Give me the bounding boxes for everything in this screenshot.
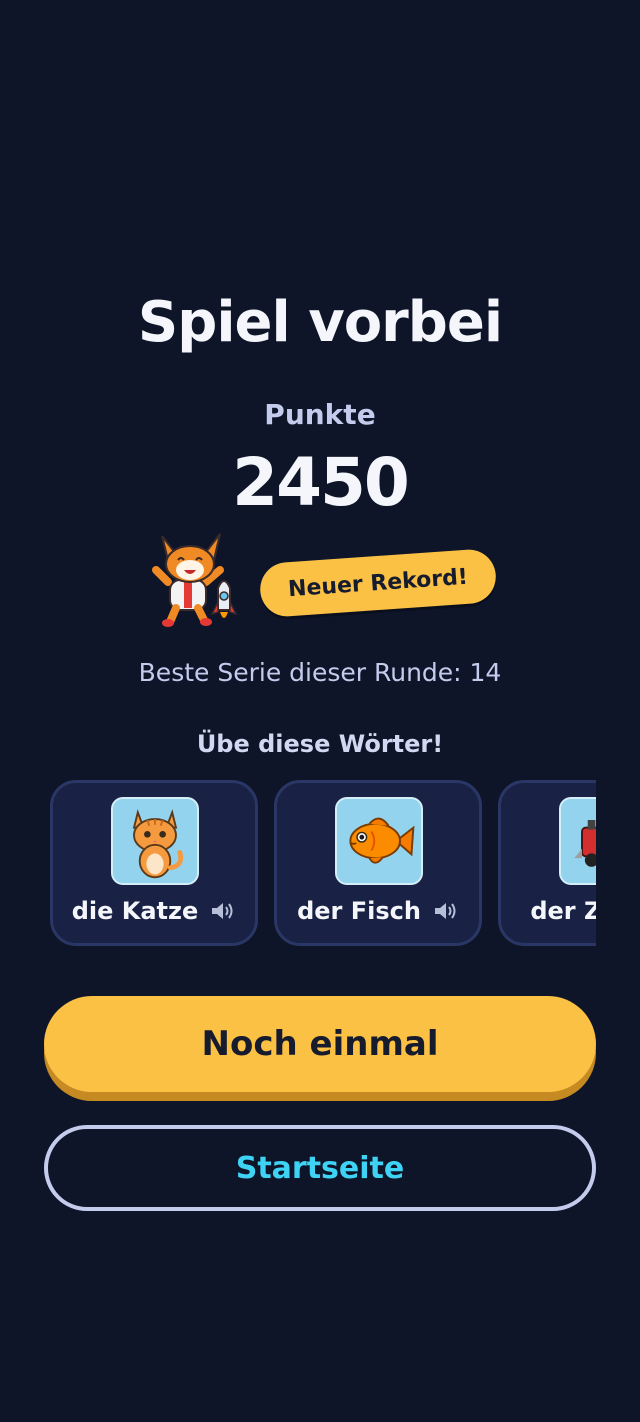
fish-image <box>335 797 423 885</box>
word-label: der Fisch <box>297 897 421 925</box>
score-label: Punkte <box>264 398 376 431</box>
train-image <box>559 797 596 885</box>
fox-mascot-icon <box>152 533 238 627</box>
fish-icon <box>349 817 415 864</box>
cat-image <box>111 797 199 885</box>
speaker-icon[interactable] <box>433 900 459 922</box>
cat-icon <box>132 809 184 879</box>
home-button[interactable]: Startseite <box>44 1125 596 1211</box>
word-card-fish[interactable]: der Fisch <box>274 780 482 946</box>
practice-heading: Übe diese Wörter! <box>196 730 444 758</box>
page-title: Spiel vorbei <box>137 290 503 355</box>
word-label: der Zug <box>530 897 596 925</box>
game-over-screen: Spiel vorbei Punkte 2450 Neuer Rekord! B… <box>0 0 640 1422</box>
best-streak-text: Beste Serie dieser Runde: 14 <box>138 658 502 687</box>
new-record-badge: Neuer Rekord! <box>258 547 498 619</box>
word-cards-carousel[interactable]: die Katze der Fisch der Z <box>50 780 596 946</box>
word-card-train[interactable]: der Zug <box>498 780 596 946</box>
word-card-cat[interactable]: die Katze <box>50 780 258 946</box>
play-again-button[interactable]: Noch einmal <box>44 996 596 1092</box>
score-value: 2450 <box>232 444 410 521</box>
train-icon <box>574 820 596 867</box>
speaker-icon[interactable] <box>210 900 236 922</box>
word-label: die Katze <box>71 897 199 925</box>
